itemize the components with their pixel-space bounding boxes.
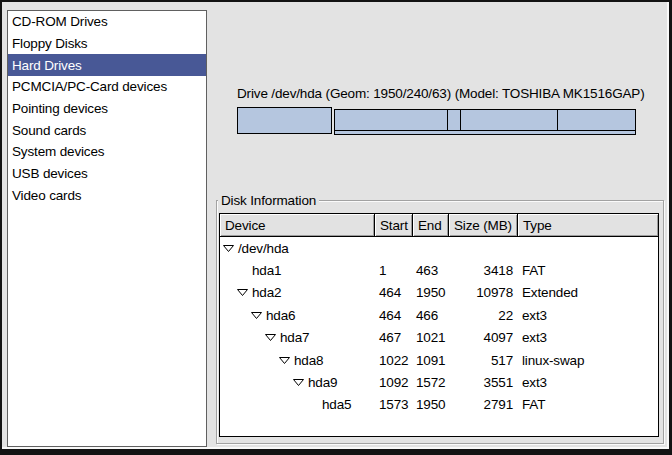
device-cell: hda7: [220, 330, 375, 345]
end-cell: 1572: [413, 375, 449, 390]
disk-row-hda8[interactable]: hda8 10221091517linux-swap: [220, 349, 658, 371]
start-cell: 1573: [375, 397, 413, 412]
size-cell: 3551: [449, 375, 518, 390]
column-header-size-mb[interactable]: Size (MB): [449, 214, 518, 237]
end-cell: 463: [413, 263, 449, 278]
device-cell: hda1: [220, 263, 375, 278]
expander-open-icon[interactable]: [279, 357, 290, 364]
end-cell: 1021: [413, 330, 449, 345]
device-list-item-cd-rom-drives[interactable]: CD-ROM Drives: [8, 11, 206, 33]
device-list-item-system-devices[interactable]: System devices: [8, 141, 206, 163]
partition-segment-hda2: [334, 109, 636, 135]
type-cell: linux-swap: [518, 353, 658, 368]
device-name: /dev/hda: [238, 241, 289, 256]
disk-row-dev-hda[interactable]: /dev/hda: [220, 237, 658, 259]
start-cell: 464: [375, 285, 413, 300]
end-cell: 1091: [413, 353, 449, 368]
size-cell: 3418: [449, 263, 518, 278]
device-list-item-sound-cards[interactable]: Sound cards: [8, 119, 206, 141]
disk-table-body: /dev/hdahda114633418FAThda2464195010978E…: [220, 237, 658, 416]
disk-row-hda6[interactable]: hda6 46446622ext3: [220, 304, 658, 326]
size-cell: 10978: [449, 285, 518, 300]
expander-open-icon[interactable]: [265, 334, 276, 341]
start-cell: 467: [375, 330, 413, 345]
type-cell: FAT: [518, 263, 658, 278]
disk-row-hda9[interactable]: hda9 109215723551ext3: [220, 371, 658, 393]
disk-row-hda7[interactable]: hda7 46710214097ext3: [220, 327, 658, 349]
device-list-item-video-cards[interactable]: Video cards: [8, 185, 206, 207]
start-cell: 1: [375, 263, 413, 278]
partition-segment-hda5: [557, 109, 636, 131]
expander-open-icon[interactable]: [223, 245, 234, 252]
disk-information-table: DeviceStartEndSize (MB)Type /dev/hda hda1…: [219, 213, 659, 437]
disk-row-hda1[interactable]: hda1 14633418FAT: [220, 259, 658, 281]
device-name: hda1: [252, 263, 281, 278]
disk-information-frame-label: Disk Information: [218, 192, 319, 209]
device-name: hda6: [266, 308, 295, 323]
expander-open-icon[interactable]: [293, 379, 304, 386]
start-cell: 1092: [375, 375, 413, 390]
disk-row-hda5[interactable]: hda5 157319502791FAT: [220, 394, 658, 416]
device-cell: hda6: [220, 308, 375, 323]
device-list-item-pointing-devices[interactable]: Pointing devices: [8, 98, 206, 120]
partition-segment-hda7: [334, 109, 448, 131]
expander-open-icon[interactable]: [251, 312, 262, 319]
end-cell: 1950: [413, 285, 449, 300]
size-cell: 2791: [449, 397, 518, 412]
device-list-item-usb-devices[interactable]: USB devices: [8, 163, 206, 185]
device-name: hda9: [308, 375, 337, 390]
disk-table-header: DeviceStartEndSize (MB)Type: [220, 214, 658, 237]
end-cell: 466: [413, 308, 449, 323]
size-cell: 517: [449, 353, 518, 368]
disk-row-hda2[interactable]: hda2 464195010978Extended: [220, 282, 658, 304]
end-cell: 1950: [413, 397, 449, 412]
partition-segment-hda1: [237, 107, 332, 134]
type-cell: ext3: [518, 375, 658, 390]
expander-open-icon[interactable]: [237, 289, 248, 296]
device-cell: /dev/hda: [220, 241, 375, 256]
drive-description-label: Drive /dev/hda (Geom: 1950/240/63) (Mode…: [237, 86, 645, 101]
type-cell: Extended: [518, 285, 658, 300]
drive-partition-bar: [237, 107, 636, 135]
device-list-item-floppy-disks[interactable]: Floppy Disks: [8, 33, 206, 55]
type-cell: FAT: [518, 397, 658, 412]
start-cell: 464: [375, 308, 413, 323]
partition-segment-hda9: [460, 109, 558, 131]
column-header-end[interactable]: End: [413, 214, 449, 237]
device-category-list: CD-ROM DrivesFloppy DisksHard DrivesPCMC…: [7, 10, 207, 447]
device-cell: hda5: [220, 397, 375, 412]
device-cell: hda9: [220, 375, 375, 390]
device-name: hda7: [280, 330, 309, 345]
device-cell: hda2: [220, 285, 375, 300]
partition-segment-hda8: [447, 109, 461, 131]
device-name: hda8: [294, 353, 323, 368]
column-header-start[interactable]: Start: [375, 214, 413, 237]
size-cell: 22: [449, 308, 518, 323]
hardware-browser-window: { "device_list": { "items": ["CD-ROM Dri…: [0, 0, 672, 455]
size-cell: 4097: [449, 330, 518, 345]
type-cell: ext3: [518, 330, 658, 345]
start-cell: 1022: [375, 353, 413, 368]
column-header-device[interactable]: Device: [220, 214, 375, 237]
device-cell: hda8: [220, 353, 375, 368]
device-list-item-hard-drives[interactable]: Hard Drives: [8, 54, 206, 76]
device-list-item-pcmcia-pc-card-devices[interactable]: PCMCIA/PC-Card devices: [8, 76, 206, 98]
device-name: hda5: [322, 397, 351, 412]
type-cell: ext3: [518, 308, 658, 323]
column-header-type[interactable]: Type: [518, 214, 658, 237]
device-name: hda2: [252, 285, 281, 300]
